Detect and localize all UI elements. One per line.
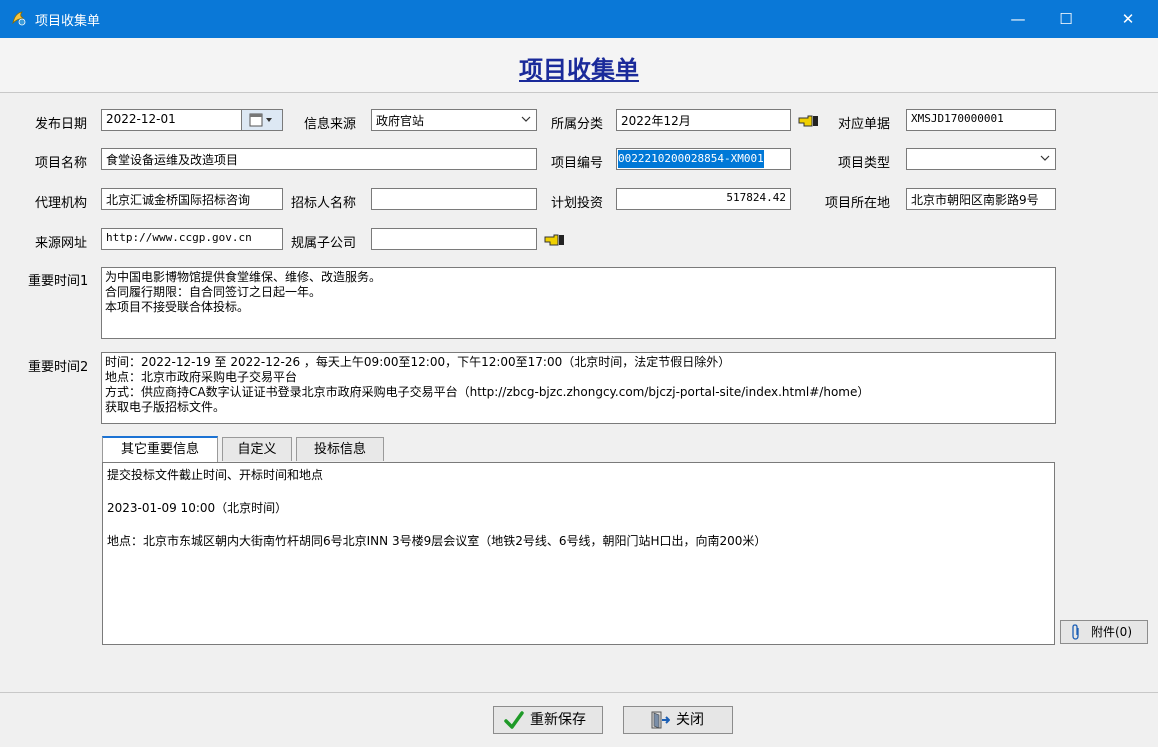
tab-custom[interactable]: 自定义	[222, 437, 292, 461]
time1-label: 重要时间1	[28, 274, 89, 289]
source-select[interactable]: 政府官站	[371, 109, 537, 131]
time2-textarea[interactable]: 时间：2022-12-19 至 2022-12-26 ，每天上午09:00至12…	[101, 352, 1056, 424]
project-name-input[interactable]: 食堂设备运维及改造项目	[101, 148, 537, 170]
location-label: 项目所在地	[825, 196, 891, 211]
investment-label: 计划投资	[551, 196, 604, 211]
tab-bid-info[interactable]: 投标信息	[296, 437, 384, 461]
publish-date-label: 发布日期	[35, 117, 88, 132]
window-title: 项目收集单	[35, 14, 101, 29]
url-input[interactable]: http://www.ccgp.gov.cn	[101, 228, 283, 250]
date-picker-button[interactable]	[241, 110, 282, 130]
project-code-input[interactable]: 0022210200028854-XM001	[616, 148, 791, 170]
page-title: 项目收集单	[519, 55, 639, 84]
doc-label: 对应单据	[838, 117, 891, 132]
url-label: 来源网址	[35, 236, 88, 251]
tab-other-info[interactable]: 其它重要信息	[102, 436, 218, 462]
location-input[interactable]: 北京市朝阳区南影路9号	[906, 188, 1056, 210]
time1-textarea[interactable]: 为中国电影博物馆提供食堂维保、维修、改造服务。 合同履行期限：自合同签订之日起一…	[101, 267, 1056, 339]
window-titlebar: 项目收集单 — ☐ ✕	[0, 0, 1158, 38]
pointing-hand-icon[interactable]	[544, 233, 566, 247]
agency-label: 代理机构	[35, 196, 88, 211]
attachment-button[interactable]: 附件(0)	[1060, 620, 1148, 644]
type-label: 项目类型	[838, 156, 891, 171]
category-input[interactable]: 2022年12月	[616, 109, 791, 131]
name-label: 项目名称	[35, 156, 88, 171]
tenderer-input[interactable]	[371, 188, 537, 210]
chevron-down-icon	[521, 116, 531, 122]
investment-input[interactable]: 517824.42	[616, 188, 791, 210]
tab-content-line: 地点：北京市东城区朝内大街南竹杆胡同6号北京INN 3号楼9层会议室（地铁2号线…	[107, 534, 767, 548]
attachment-label: 附件(0)	[1091, 625, 1132, 639]
agency-input[interactable]: 北京汇诚金桥国际招标咨询	[101, 188, 283, 210]
pointing-hand-icon[interactable]	[798, 114, 820, 128]
form-header: 项目收集单	[0, 38, 1158, 93]
checkmark-icon	[504, 711, 524, 729]
close-window-button[interactable]: ✕	[1104, 0, 1152, 38]
subsidiary-label: 规属子公司	[291, 236, 357, 251]
publish-date-input[interactable]: 2022-12-01	[101, 109, 283, 131]
close-button[interactable]: 关闭	[623, 706, 733, 734]
subsidiary-input[interactable]	[371, 228, 537, 250]
exit-door-icon	[651, 711, 670, 729]
code-label: 项目编号	[551, 156, 604, 171]
paperclip-icon	[1072, 624, 1079, 640]
resave-button[interactable]: 重新保存	[493, 706, 603, 734]
source-label: 信息来源	[304, 117, 357, 132]
minimize-button[interactable]: —	[994, 0, 1042, 38]
doc-input[interactable]: XMSJD170000001	[906, 109, 1056, 131]
tab-content-line: 2023-01-09 10:00（北京时间）	[107, 501, 288, 515]
tab-content-line: 提交投标文件截止时间、开标时间和地点	[107, 468, 324, 482]
calendar-icon	[249, 113, 272, 127]
tenderer-label: 招标人名称	[291, 196, 357, 211]
tab-content-panel[interactable]: 提交投标文件截止时间、开标时间和地点 2023-01-09 10:00（北京时间…	[102, 462, 1055, 645]
category-label: 所属分类	[551, 117, 604, 132]
time2-label: 重要时间2	[28, 360, 89, 375]
app-logo-icon	[12, 11, 26, 26]
project-type-select[interactable]	[906, 148, 1056, 170]
chevron-down-icon	[1040, 155, 1050, 161]
maximize-button[interactable]: ☐	[1042, 0, 1090, 38]
